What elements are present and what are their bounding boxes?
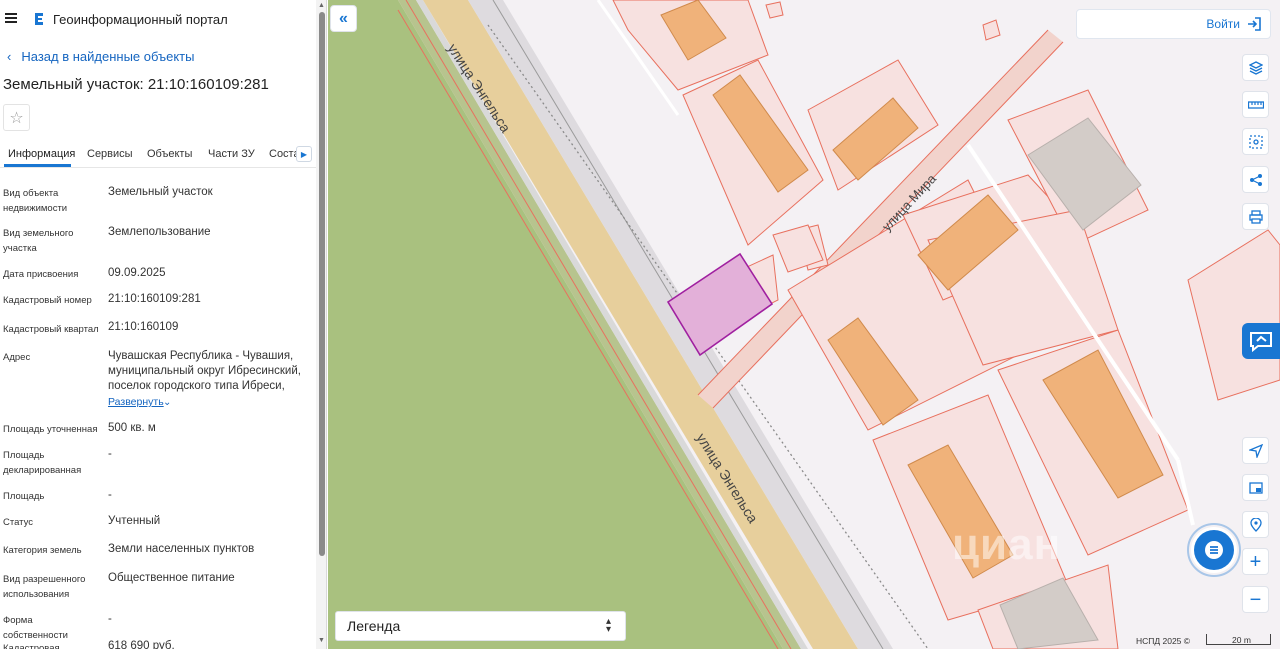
attr-label-area-declared: Площадь декларированная	[3, 450, 82, 476]
login-icon	[1248, 17, 1261, 31]
attr-value-address: Чувашская Республика - Чувашия, муниципа…	[108, 350, 301, 392]
back-to-results-link[interactable]: ‹ Назад в найденные объекты	[7, 49, 194, 64]
top-bar: Геоинформационный портал	[0, 0, 316, 38]
expand-collapse-icon: ▴ ▾	[605, 616, 611, 635]
app-root: Геоинформационный портал ‹ Назад в найде…	[0, 0, 1280, 649]
attr-value-cadastral-value: 618 690 руб.	[108, 640, 175, 649]
map-view-button[interactable]	[1242, 474, 1269, 501]
attr-label-cadastral-quarter: Кадастровый квартал	[3, 324, 99, 335]
active-tab-indicator	[4, 164, 71, 167]
print-icon	[1248, 209, 1263, 224]
navigation-icon	[1248, 443, 1263, 458]
tab-composition[interactable]: Соста	[269, 148, 300, 160]
layers-icon	[1248, 60, 1263, 75]
zoom-in-icon: +	[1249, 550, 1262, 573]
object-title: Земельный участок: 21:10:160109:281	[3, 76, 269, 93]
collapse-panel-button[interactable]: «	[330, 5, 357, 32]
tab-information[interactable]: Информация	[8, 148, 75, 160]
attr-label-object-type: Вид объекта недвижимости	[3, 188, 68, 214]
attr-label-assign-date: Дата присвоения	[3, 269, 79, 280]
map-attribution: НСПД 2025 ©	[1136, 636, 1191, 646]
attr-value-land-category: Земли населенных пунктов	[108, 543, 255, 555]
location-search-button[interactable]	[1242, 511, 1269, 538]
attr-value-permitted-use: Общественное питание	[108, 572, 235, 584]
ruler-button[interactable]	[1242, 91, 1269, 118]
share-icon	[1249, 173, 1262, 186]
navigation-button[interactable]	[1242, 437, 1269, 464]
chevron-left-icon: ‹	[7, 49, 12, 64]
attr-label-parcel-type: Вид земельного участка	[3, 228, 74, 254]
zoom-in-button[interactable]: +	[1242, 548, 1269, 575]
chevron-right-icon: ▶	[300, 149, 308, 159]
expand-address-link[interactable]: Развернуть	[108, 396, 164, 408]
zoom-out-button[interactable]: −	[1242, 586, 1269, 613]
scroll-down-icon[interactable]: ▼	[318, 637, 325, 644]
attr-value-ownership: -	[108, 613, 112, 625]
tabs-scroll-right-button[interactable]: ▶	[296, 146, 312, 162]
chevron-down-icon: ⌄	[163, 397, 172, 408]
chat-lines-icon	[1205, 541, 1223, 559]
attr-value-cadastral-quarter: 21:10:160109	[108, 321, 179, 333]
tab-bar: Информация Сервисы Объекты Части ЗУ Сост…	[0, 140, 316, 168]
favorite-button[interactable]: ☆	[3, 104, 30, 131]
attr-label-ownership: Форма собственности	[3, 615, 68, 641]
feedback-button[interactable]	[1242, 323, 1280, 359]
star-icon: ☆	[9, 109, 24, 127]
feedback-icon	[1250, 332, 1272, 353]
legend-dropdown[interactable]: Легенда ▴ ▾	[335, 611, 626, 641]
double-chevron-left-icon: «	[339, 9, 348, 27]
attr-label-cadastral-value: Кадастровая стоимость	[3, 643, 60, 649]
app-title: Геоинформационный портал	[53, 12, 228, 27]
share-button[interactable]	[1242, 166, 1269, 193]
layers-button[interactable]	[1242, 54, 1269, 81]
assistant-button[interactable]	[1194, 530, 1234, 570]
print-button[interactable]	[1242, 203, 1269, 230]
attr-label-status: Статус	[3, 517, 34, 528]
map-canvas[interactable]: улица Энгельса улица Энгельса улица Мира…	[328, 0, 1280, 649]
select-area-button[interactable]	[1242, 128, 1269, 155]
watermark-logo: циан	[952, 520, 1062, 569]
map-layer	[328, 0, 1280, 649]
menu-icon[interactable]	[5, 13, 17, 23]
attr-value-area-refined: 500 кв. м	[108, 422, 156, 434]
location-search-icon	[1249, 517, 1262, 532]
login-label: Войти	[1206, 17, 1240, 31]
scroll-up-icon[interactable]: ▲	[318, 2, 325, 9]
attr-value-object-type: Земельный участок	[108, 186, 213, 198]
attr-label-land-category: Категория земель	[3, 545, 82, 556]
attr-value-assign-date: 09.09.2025	[108, 267, 166, 279]
map-view-icon	[1248, 481, 1263, 494]
attr-value-area-declared: -	[108, 448, 112, 460]
attr-label-permitted-use: Вид разрешенного использования	[3, 574, 86, 600]
attr-value-area: -	[108, 489, 112, 501]
portal-logo-icon	[35, 13, 43, 25]
tab-objects[interactable]: Объекты	[147, 148, 192, 160]
attr-value-cadastral-number: 21:10:160109:281	[108, 293, 201, 305]
attr-value-status: Учтенный	[108, 515, 161, 527]
attr-label-cadastral-number: Кадастровый номер	[3, 295, 92, 306]
back-link-label: Назад в найденные объекты	[21, 49, 195, 64]
panel-scroll-thumb[interactable]	[319, 12, 325, 556]
legend-label: Легенда	[347, 618, 401, 634]
scale-label: 20 m	[1232, 635, 1251, 645]
attr-label-area: Площадь	[3, 491, 45, 502]
attr-label-area-refined: Площадь уточненная	[3, 424, 98, 435]
zoom-out-icon: −	[1249, 588, 1262, 611]
login-button[interactable]: Войти	[1076, 9, 1271, 39]
select-area-icon	[1248, 134, 1263, 149]
attr-value-parcel-type: Землепользование	[108, 226, 211, 238]
info-panel: Геоинформационный портал ‹ Назад в найде…	[0, 0, 327, 649]
ruler-icon	[1247, 100, 1264, 109]
tab-services[interactable]: Сервисы	[87, 148, 133, 160]
attr-label-address: Адрес	[3, 352, 31, 363]
tab-parts[interactable]: Части ЗУ	[208, 148, 255, 160]
